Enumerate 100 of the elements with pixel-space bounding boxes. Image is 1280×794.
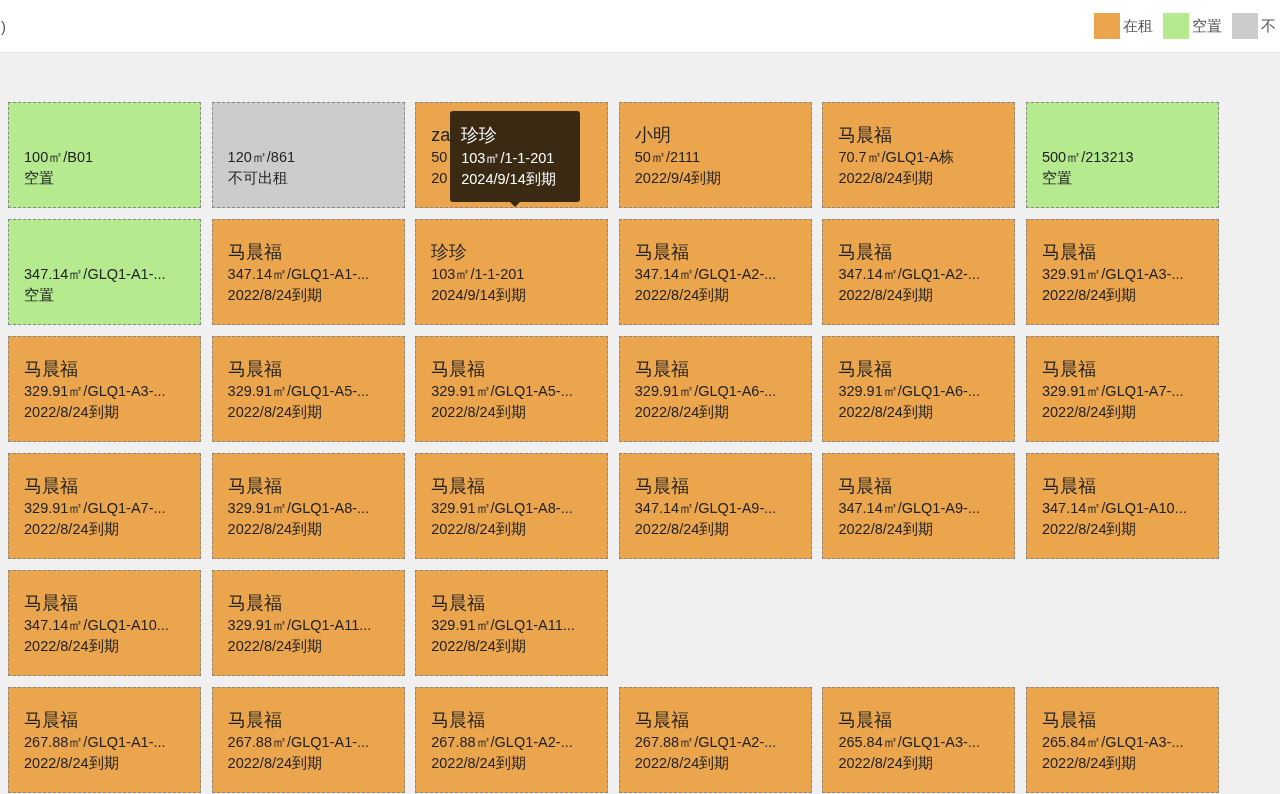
room-card[interactable]: 马晨福 329.91㎡/GLQ1-A5-... 2022/8/24到期 bbox=[415, 336, 609, 442]
tenant-name: 小明 bbox=[634, 124, 671, 147]
room-status: 2022/8/24到期 bbox=[1041, 754, 1137, 773]
room-area: 329.91㎡/GLQ1-A5-... bbox=[227, 381, 370, 402]
room-area: 50㎡/2111 bbox=[634, 147, 701, 168]
page-title: ) bbox=[1, 17, 6, 35]
tenant-name: 马晨福 bbox=[24, 475, 78, 498]
room-status: 2022/8/24到期 bbox=[838, 286, 933, 305]
room-card[interactable]: 马晨福 329.91㎡/GLQ1-A3-... 2022/8/24到期 bbox=[8, 336, 201, 442]
room-status: 2022/8/24到期 bbox=[634, 403, 730, 422]
tenant-name: 马晨福 bbox=[1041, 241, 1096, 264]
room-status: 2022/8/24到期 bbox=[634, 520, 730, 539]
room-card[interactable]: 马晨福 329.91㎡/GLQ1-A7-... 2022/8/24到期 bbox=[8, 453, 201, 559]
room-area: 50 bbox=[431, 147, 448, 168]
room-status: 不可出租 bbox=[227, 169, 288, 188]
room-area: 329.91㎡/GLQ1-A8-... bbox=[227, 498, 370, 519]
room-card[interactable]: 马晨福 265.84㎡/GLQ1-A3-... 2022/8/24到期 bbox=[822, 687, 1016, 793]
tenant-name: 马晨福 bbox=[838, 241, 893, 264]
room-status: 2022/9/4到期 bbox=[634, 169, 722, 188]
room-status: 20 bbox=[431, 169, 448, 188]
room-card[interactable]: 马晨福 329.91㎡/GLQ1-A3-... 2022/8/24到期 bbox=[1025, 219, 1219, 325]
room-card[interactable]: 马晨福 265.84㎡/GLQ1-A3-... 2022/8/24到期 bbox=[1025, 687, 1219, 793]
room-status: 2022/8/24到期 bbox=[838, 520, 933, 539]
tooltip-arrow bbox=[510, 202, 521, 207]
room-card[interactable]: 马晨福 347.14㎡/GLQ1-A2-... 2022/8/24到期 bbox=[822, 219, 1016, 325]
room-area: 329.91㎡/GLQ1-A3-... bbox=[24, 381, 166, 402]
room-card[interactable]: 珍珍 103㎡/1-1-201 2024/9/14到期 bbox=[415, 219, 609, 325]
room-card[interactable]: 马晨福 267.88㎡/GLQ1-A1-... 2022/8/24到期 bbox=[211, 687, 405, 793]
room-status: 2024/9/14到期 bbox=[431, 286, 526, 305]
room-status: 空置 bbox=[24, 169, 54, 188]
room-status: 2022/8/24到期 bbox=[431, 754, 526, 773]
tenant-name: 马晨福 bbox=[634, 358, 689, 381]
tenant-name: 马晨福 bbox=[634, 709, 689, 732]
room-area: 329.91㎡/GLQ1-A7-... bbox=[1041, 381, 1184, 402]
room-card[interactable]: 马晨福 329.91㎡/GLQ1-A11... 2022/8/24到期 bbox=[415, 570, 609, 676]
room-area: 347.14㎡/GLQ1-A10... bbox=[1041, 498, 1187, 519]
room-area: 267.88㎡/GLQ1-A2-... bbox=[431, 732, 573, 753]
room-status: 2022/8/24到期 bbox=[634, 754, 730, 773]
tenant-name: 马晨福 bbox=[431, 592, 486, 615]
room-card[interactable]: 马晨福 329.91㎡/GLQ1-A6-... 2022/8/24到期 bbox=[822, 336, 1016, 442]
room-area: 267.88㎡/GLQ1-A1-... bbox=[24, 732, 166, 753]
room-card[interactable]: 马晨福 329.91㎡/GLQ1-A11... 2022/8/24到期 bbox=[211, 570, 405, 676]
room-area: 347.14㎡/GLQ1-A9-... bbox=[634, 498, 777, 519]
room-area: 267.88㎡/GLQ1-A2-... bbox=[634, 732, 777, 753]
tenant-name: 马晨福 bbox=[227, 358, 282, 381]
room-status: 空置 bbox=[24, 286, 54, 305]
room-card[interactable]: 马晨福 329.91㎡/GLQ1-A8-... 2022/8/24到期 bbox=[415, 453, 609, 559]
room-status: 2022/8/24到期 bbox=[24, 520, 119, 539]
room-area: 347.14㎡/GLQ1-A9-... bbox=[838, 498, 980, 519]
legend-label: 在租 bbox=[1123, 16, 1153, 36]
room-area: 329.91㎡/GLQ1-A11... bbox=[227, 615, 372, 636]
room-status: 2022/8/24到期 bbox=[431, 520, 526, 539]
room-area: 329.91㎡/GLQ1-A8-... bbox=[431, 498, 573, 519]
tenant-name: 珍珍 bbox=[431, 241, 468, 264]
tenant-name: 马晨福 bbox=[634, 475, 689, 498]
room-card[interactable]: 小明 50㎡/2111 2022/9/4到期 bbox=[618, 102, 812, 208]
tenant-name: za bbox=[431, 124, 451, 147]
room-card[interactable]: 马晨福 329.91㎡/GLQ1-A7-... 2022/8/24到期 bbox=[1025, 336, 1219, 442]
room-area: 347.14㎡/GLQ1-A2-... bbox=[838, 264, 980, 285]
legend-label: 不 bbox=[1261, 16, 1276, 36]
room-card[interactable]: za 50 20 珍珍 103㎡/1-1-201 2024/9/14到期 bbox=[415, 102, 609, 208]
room-area: 267.88㎡/GLQ1-A1-... bbox=[227, 732, 370, 753]
room-area: 347.14㎡/GLQ1-A10... bbox=[24, 615, 169, 636]
room-card[interactable]: 347.14㎡/GLQ1-A1-... 空置 bbox=[8, 219, 201, 325]
room-status: 2022/8/24到期 bbox=[431, 637, 526, 656]
room-status: 2022/8/24到期 bbox=[24, 403, 119, 422]
tenant-name: 马晨福 bbox=[227, 241, 282, 264]
tooltip-date: 2024/9/14到期 bbox=[461, 170, 557, 189]
room-card[interactable]: 马晨福 347.14㎡/GLQ1-A10... 2022/8/24到期 bbox=[8, 570, 201, 676]
room-card[interactable]: 马晨福 70.7㎡/GLQ1-A栋 2022/8/24到期 bbox=[822, 102, 1016, 208]
room-status: 2022/8/24到期 bbox=[24, 754, 119, 773]
room-area: 500㎡/213213 bbox=[1041, 147, 1134, 168]
room-card[interactable]: 马晨福 347.14㎡/GLQ1-A10... 2022/8/24到期 bbox=[1025, 453, 1219, 559]
tenant-name: 马晨福 bbox=[1041, 709, 1096, 732]
room-card[interactable]: 马晨福 347.14㎡/GLQ1-A1-... 2022/8/24到期 bbox=[211, 219, 405, 325]
room-card[interactable]: 马晨福 329.91㎡/GLQ1-A8-... 2022/8/24到期 bbox=[211, 453, 405, 559]
room-status: 2022/8/24到期 bbox=[227, 520, 323, 539]
room-card[interactable]: 马晨福 347.14㎡/GLQ1-A9-... 2022/8/24到期 bbox=[618, 453, 812, 559]
room-card[interactable]: 马晨福 329.91㎡/GLQ1-A5-... 2022/8/24到期 bbox=[211, 336, 405, 442]
room-card[interactable]: 马晨福 267.88㎡/GLQ1-A2-... 2022/8/24到期 bbox=[415, 687, 609, 793]
room-area: 329.91㎡/GLQ1-A6-... bbox=[838, 381, 980, 402]
room-card[interactable]: 马晨福 267.88㎡/GLQ1-A1-... 2022/8/24到期 bbox=[8, 687, 201, 793]
room-status: 2022/8/24到期 bbox=[838, 403, 933, 422]
room-card[interactable]: 120㎡/861 不可出租 bbox=[211, 102, 405, 208]
room-status: 2022/8/24到期 bbox=[634, 286, 730, 305]
room-area: 265.84㎡/GLQ1-A3-... bbox=[838, 732, 980, 753]
tenant-name: 马晨福 bbox=[1041, 475, 1096, 498]
room-status: 空置 bbox=[1041, 169, 1072, 188]
tenant-name: 马晨福 bbox=[227, 592, 282, 615]
room-card[interactable]: 马晨福 347.14㎡/GLQ1-A9-... 2022/8/24到期 bbox=[822, 453, 1016, 559]
room-status: 2022/8/24到期 bbox=[1041, 520, 1137, 539]
tenant-name: 马晨福 bbox=[227, 709, 282, 732]
tenant-name: 马晨福 bbox=[838, 709, 893, 732]
room-card[interactable]: 马晨福 347.14㎡/GLQ1-A2-... 2022/8/24到期 bbox=[618, 219, 812, 325]
tenant-name: 马晨福 bbox=[431, 475, 486, 498]
room-card[interactable]: 500㎡/213213 空置 bbox=[1025, 102, 1219, 208]
room-status: 2022/8/24到期 bbox=[838, 169, 933, 188]
room-card[interactable]: 马晨福 329.91㎡/GLQ1-A6-... 2022/8/24到期 bbox=[618, 336, 812, 442]
room-card[interactable]: 马晨福 267.88㎡/GLQ1-A2-... 2022/8/24到期 bbox=[618, 687, 812, 793]
room-card[interactable]: 100㎡/B01 空置 bbox=[8, 102, 201, 208]
